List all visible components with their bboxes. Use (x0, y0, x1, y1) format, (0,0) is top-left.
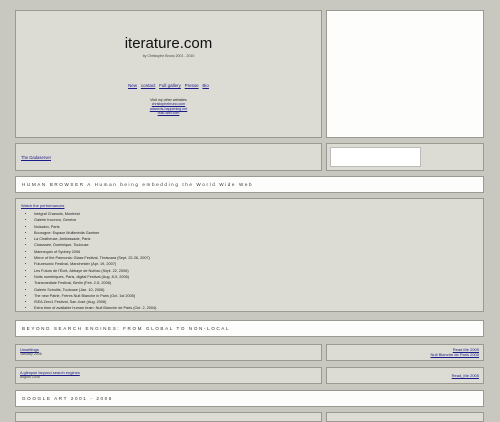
glimpse-date: august 2006 (20, 375, 40, 379)
bottom-left-panel (15, 412, 322, 422)
row-b-left: A glimpse beyond search engines august 2… (15, 367, 322, 384)
row-b-right: Read_Me 2005 (326, 367, 484, 384)
read-me-link-2[interactable]: Read_Me 2005 (452, 373, 479, 378)
human-browser-banner: HUMAN BROWSER A Human being embedding th… (15, 176, 484, 193)
google-art-banner: GOOGLE ART 2001 - 2006 (15, 390, 484, 407)
unsettings-date: January 2006 (20, 352, 42, 356)
nuit-blanche-link[interactable]: Nuit Blanche de Paris 2005 (431, 352, 479, 357)
row2-right-panel (326, 143, 484, 171)
performances-title[interactable]: Watch the performances (21, 203, 64, 208)
row-a-left: Unsettings January 2006 (15, 344, 322, 361)
row-b-right-text: Read_Me 2005 (452, 373, 479, 378)
top-right-box (326, 10, 484, 138)
dadaserver-link[interactable]: The Dadaserver (21, 155, 51, 160)
row-a-right: Read Me 2005 Nuit Blanche de Paris 2005 (326, 344, 484, 361)
row2-white-field (330, 147, 421, 167)
row-b-left-text: A glimpse beyond search engines august 2… (20, 370, 80, 380)
human-browser-title: HUMAN BROWSER A Human being embedding th… (22, 182, 254, 187)
other-websites: Visit my other websites christophebruno.… (16, 98, 321, 116)
site-title: iterature.com (124, 35, 213, 52)
site-link-3[interactable]: hulu-wiki.com (16, 111, 321, 115)
site-subtitle: by Christophe Bruno 2001 - 2010 (142, 54, 195, 58)
bottom-right-panel (326, 412, 484, 422)
google-art-title: GOOGLE ART 2001 - 2006 (22, 396, 113, 401)
header-panel: iterature.com by Christophe Bruno 2001 -… (15, 10, 322, 138)
performances-panel: Watch the performances Intégral Chamois,… (15, 198, 484, 312)
beyond-search-title: BEYOND SEARCH ENGINES: FROM GLOBAL TO NO… (22, 326, 231, 331)
header-nav: New contact Full gallery Presse Bio (16, 83, 321, 88)
nav-gallery[interactable]: Full gallery (159, 83, 181, 88)
beyond-search-banner: BEYOND SEARCH ENGINES: FROM GLOBAL TO NO… (15, 320, 484, 337)
dadaserver-panel: The Dadaserver (15, 143, 322, 171)
row-a-left-text: Unsettings January 2006 (20, 347, 42, 357)
performance-item[interactable]: Extra time of available human brain: Nui… (34, 305, 156, 311)
row-a-right-text: Read Me 2005 Nuit Blanche de Paris 2005 (431, 347, 479, 357)
nav-new[interactable]: New (128, 83, 137, 88)
nav-presse[interactable]: Presse (185, 83, 199, 88)
performances-list: Intégral Chamois, MontréalGalerie Inconn… (16, 211, 156, 312)
nav-bio[interactable]: Bio (202, 83, 209, 88)
nav-contact[interactable]: contact (141, 83, 156, 88)
